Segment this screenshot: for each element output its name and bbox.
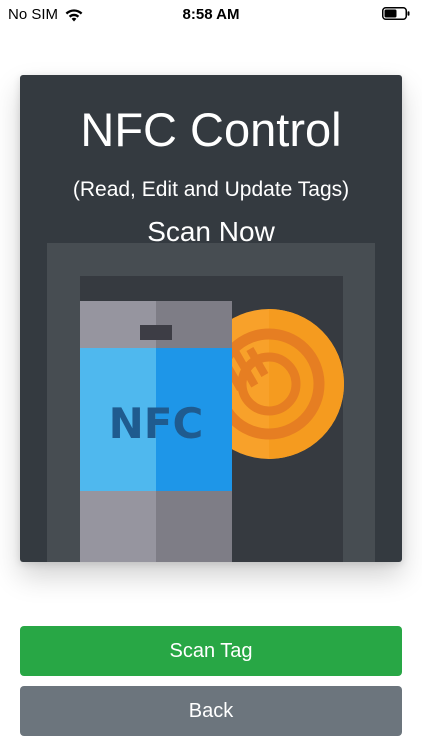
nfc-illustration: NFC [47, 243, 375, 562]
page-subtitle: (Read, Edit and Update Tags) [72, 178, 350, 201]
status-bar: No SIM 8:58 AM [0, 0, 422, 30]
nfc-card: NFC Control (Read, Edit and Update Tags)… [20, 75, 402, 562]
status-time: 8:58 AM [182, 6, 240, 23]
battery-icon [382, 7, 410, 20]
scan-tag-button[interactable]: Scan Tag [20, 626, 402, 676]
back-button[interactable]: Back [20, 686, 402, 736]
svg-text:NFC: NFC [109, 399, 204, 448]
page-title: NFC Control [80, 103, 342, 156]
phone-icon: NFC [80, 301, 232, 562]
